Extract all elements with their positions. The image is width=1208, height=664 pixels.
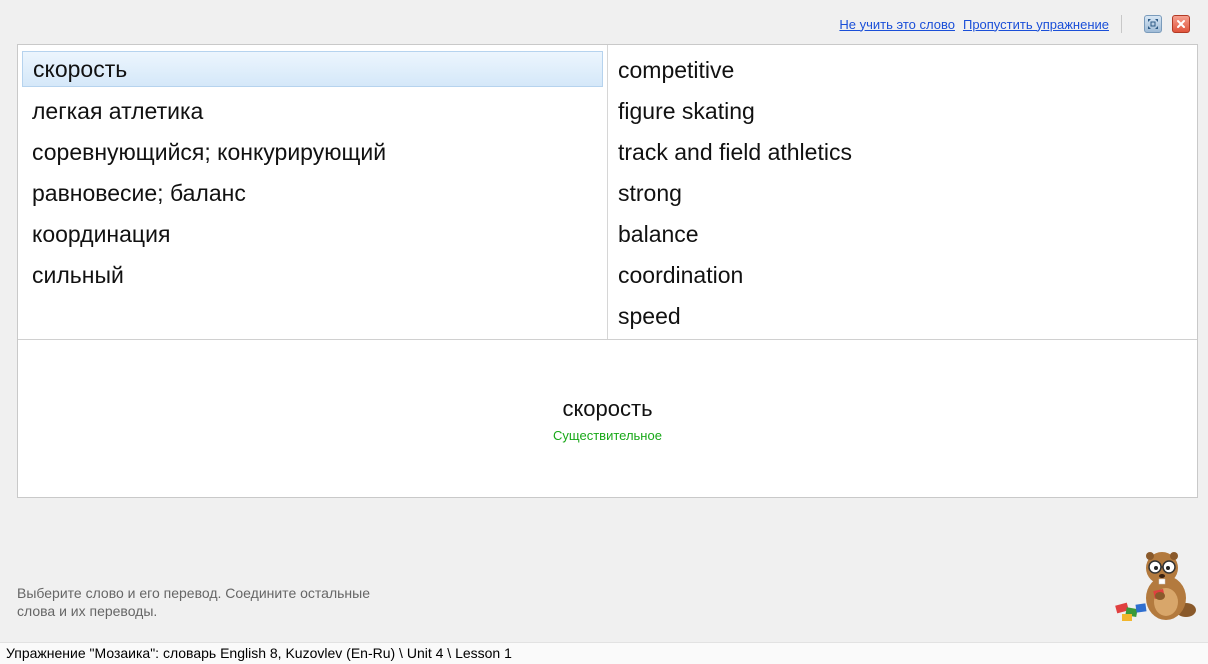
dont-learn-word-link[interactable]: Не учить это слово [839, 17, 955, 32]
status-bar: Упражнение "Мозаика": словарь English 8,… [0, 642, 1208, 664]
maximize-icon[interactable] [1144, 15, 1162, 33]
right-word-item[interactable]: balance [608, 215, 1197, 256]
exercise-panel: скорость легкая атлетика соревнующийся; … [17, 44, 1198, 498]
beaver-mascot-icon [1115, 552, 1196, 621]
word-preview: скорость Существительное [18, 340, 1197, 498]
left-word-item[interactable]: сильный [22, 256, 603, 297]
left-word-item[interactable]: скорость [22, 51, 603, 87]
right-word-item[interactable]: strong [608, 174, 1197, 215]
left-word-item[interactable]: легкая атлетика [22, 92, 603, 133]
left-word-item[interactable]: соревнующийся; конкурирующий [22, 133, 603, 174]
toolbar-divider [1121, 15, 1122, 33]
part-of-speech-label: Существительное [553, 428, 662, 443]
word-columns: скорость легкая атлетика соревнующийся; … [18, 45, 1197, 339]
top-toolbar: Не учить это слово Пропустить упражнение [831, 10, 1190, 38]
right-word-item[interactable]: track and field athletics [608, 133, 1197, 174]
english-word-list: competitive figure skating track and fie… [608, 45, 1197, 339]
russian-word-list: скорость легкая атлетика соревнующийся; … [18, 45, 608, 339]
instruction-text: Выберите слово и его перевод. Соедините … [17, 585, 370, 619]
right-word-item[interactable]: competitive [608, 51, 1197, 92]
right-word-item[interactable]: coordination [608, 256, 1197, 297]
right-word-item[interactable]: speed [608, 297, 1197, 338]
close-icon[interactable] [1172, 15, 1190, 33]
preview-word: скорость [562, 396, 653, 421]
left-word-item[interactable]: равновесие; баланс [22, 174, 603, 215]
right-word-item[interactable]: figure skating [608, 92, 1197, 133]
skip-exercise-link[interactable]: Пропустить упражнение [963, 17, 1109, 32]
left-word-item[interactable]: координация [22, 215, 603, 256]
